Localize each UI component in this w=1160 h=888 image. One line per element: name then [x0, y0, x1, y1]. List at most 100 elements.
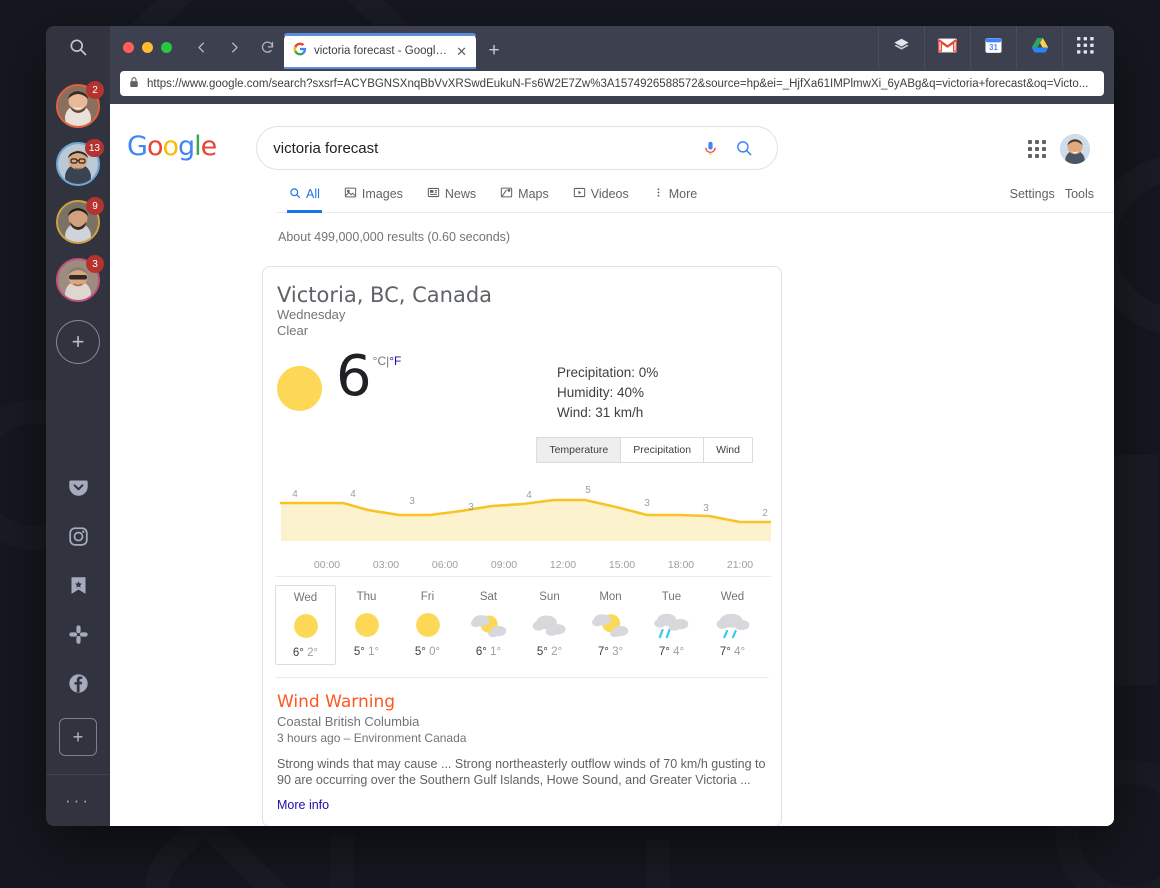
sidebar-account-badge: 3 [86, 255, 104, 273]
extension-layers-button[interactable] [878, 26, 924, 69]
forecast-day-temps: 5° 1° [336, 646, 397, 658]
pocket-icon [68, 477, 89, 503]
layers-icon [893, 37, 910, 59]
extension-apps-button[interactable] [1062, 26, 1108, 69]
tab-strip: victoria forecast - Google Sea... ✕ + [110, 26, 1114, 69]
unit-fahrenheit[interactable]: °F [389, 354, 401, 368]
tab-all[interactable]: All [277, 187, 332, 213]
google-account-avatar[interactable] [1060, 134, 1090, 164]
forecast-low: 4° [673, 646, 685, 658]
google-logo[interactable]: Google [127, 131, 217, 162]
chart-hour-tick: 09:00 [490, 559, 518, 571]
search-box[interactable]: victoria forecast [256, 126, 779, 170]
browser-tab-active[interactable]: victoria forecast - Google Sea... ✕ [284, 33, 476, 69]
forecast-high: 7° [719, 646, 731, 658]
search-submit-button[interactable] [727, 139, 761, 157]
slack-icon [68, 624, 89, 650]
video-icon [573, 186, 586, 202]
minimize-window-button[interactable] [142, 42, 153, 53]
partly-cloudy-icon [458, 606, 519, 644]
sidebar-account-3[interactable]: 9 [56, 197, 104, 244]
sidebar-app-instagram[interactable] [56, 514, 100, 563]
close-tab-button[interactable]: ✕ [456, 45, 467, 58]
google-calendar-icon: 31 [985, 37, 1002, 59]
forecast-day-temps: 5° 0° [397, 646, 458, 658]
image-icon [344, 186, 357, 202]
voice-search-button[interactable] [693, 140, 727, 157]
tab-videos[interactable]: Videos [561, 186, 641, 212]
forecast-day-temps: 7° 3° [580, 646, 641, 658]
toggle-temperature[interactable]: Temperature [536, 437, 621, 463]
sidebar-add-app-button[interactable]: + [59, 718, 97, 756]
forecast-day[interactable]: Fri 5° 0° [397, 585, 458, 665]
forecast-day[interactable]: Tue 7° 4° [641, 585, 702, 665]
map-icon [500, 186, 513, 202]
forecast-day[interactable]: Wed 6° 2° [275, 585, 336, 665]
chart-hour-tick: 12:00 [549, 559, 577, 571]
forecast-day[interactable]: Thu 5° 1° [336, 585, 397, 665]
gmail-icon [938, 37, 957, 58]
sidebar-app-slack[interactable] [56, 612, 100, 661]
extension-drive-button[interactable] [1016, 26, 1062, 69]
forecast-day-name: Wed [293, 592, 318, 604]
chart-hour-tick: 00:00 [313, 559, 341, 571]
address-bar[interactable]: https://www.google.com/search?sxsrf=ACYB… [120, 71, 1104, 96]
weather-unit-toggle[interactable]: °C|°F [373, 354, 402, 368]
forecast-low: 0° [429, 646, 441, 658]
new-tab-button[interactable]: + [476, 33, 512, 69]
weather-temperature-group: 6 °C|°F [336, 349, 401, 405]
cloudy-icon [519, 606, 580, 644]
forecast-low: 3° [612, 646, 624, 658]
forecast-high: 5° [414, 646, 426, 658]
forecast-day[interactable]: Mon 7° 3° [580, 585, 641, 665]
browser-main: victoria forecast - Google Sea... ✕ + [110, 26, 1114, 826]
tab-news[interactable]: News [415, 186, 488, 212]
maximize-window-button[interactable] [161, 42, 172, 53]
sidebar-account-badge: 2 [86, 81, 104, 99]
sidebar-app-facebook[interactable] [56, 661, 100, 710]
sidebar-app-pinterest[interactable] [56, 563, 100, 612]
unit-celsius[interactable]: °C [373, 354, 386, 368]
forecast-high: 6° [475, 646, 487, 658]
sidebar-account-4[interactable]: 3 [56, 255, 104, 302]
weather-warning: Wind Warning Coastal British Columbia 3 … [263, 678, 781, 826]
more-horizontal-icon: ··· [65, 790, 91, 810]
sidebar-app-pocket[interactable] [56, 465, 100, 514]
sidebar-account-2[interactable]: 13 [56, 139, 104, 186]
google-apps-button[interactable] [1028, 140, 1046, 158]
back-button[interactable] [185, 26, 218, 69]
sidebar-add-account-button[interactable]: + [56, 320, 100, 364]
reload-button[interactable] [251, 26, 284, 69]
forecast-day[interactable]: Sun 5° 2° [519, 585, 580, 665]
tab-maps[interactable]: Maps [488, 186, 561, 212]
temperature-chart[interactable]: 4 4 3 3 4 5 3 3 2 [275, 477, 771, 555]
forecast-day-name: Thu [356, 591, 377, 603]
sidebar-account-badge: 13 [84, 139, 104, 157]
extension-calendar-button[interactable]: 31 [970, 26, 1016, 69]
toggle-precipitation[interactable]: Precipitation [620, 437, 704, 463]
tab-images[interactable]: Images [332, 186, 415, 212]
forward-button[interactable] [218, 26, 251, 69]
close-window-button[interactable] [123, 42, 134, 53]
forecast-day[interactable]: Wed 7° 4° [702, 585, 763, 665]
warning-title[interactable]: Wind Warning [277, 692, 767, 712]
settings-button[interactable]: Settings [1010, 187, 1055, 211]
forecast-high: 7° [658, 646, 670, 658]
search-input[interactable]: victoria forecast [273, 140, 693, 157]
forecast-day-temps: 7° 4° [641, 646, 702, 658]
forecast-day[interactable]: Sat 6° 1° [458, 585, 519, 665]
tab-more[interactable]: More [641, 186, 709, 212]
page-content: Google victoria forecast All Images News… [110, 104, 1114, 826]
tools-button[interactable]: Tools [1065, 187, 1094, 211]
app-sidebar: 2 13 9 3 + + ··· [46, 26, 110, 826]
sidebar-account-1[interactable]: 2 [56, 81, 104, 128]
sidebar-more-button[interactable]: ··· [46, 774, 110, 826]
toggle-wind[interactable]: Wind [703, 437, 753, 463]
weather-city: Victoria, BC, Canada [277, 283, 493, 307]
google-g-icon [293, 42, 307, 61]
sidebar-search-button[interactable] [46, 26, 110, 72]
extension-gmail-button[interactable] [924, 26, 970, 69]
warning-more-info-link[interactable]: More info [277, 798, 767, 812]
forecast-day-name: Mon [599, 591, 622, 603]
background-shape [560, 840, 670, 888]
